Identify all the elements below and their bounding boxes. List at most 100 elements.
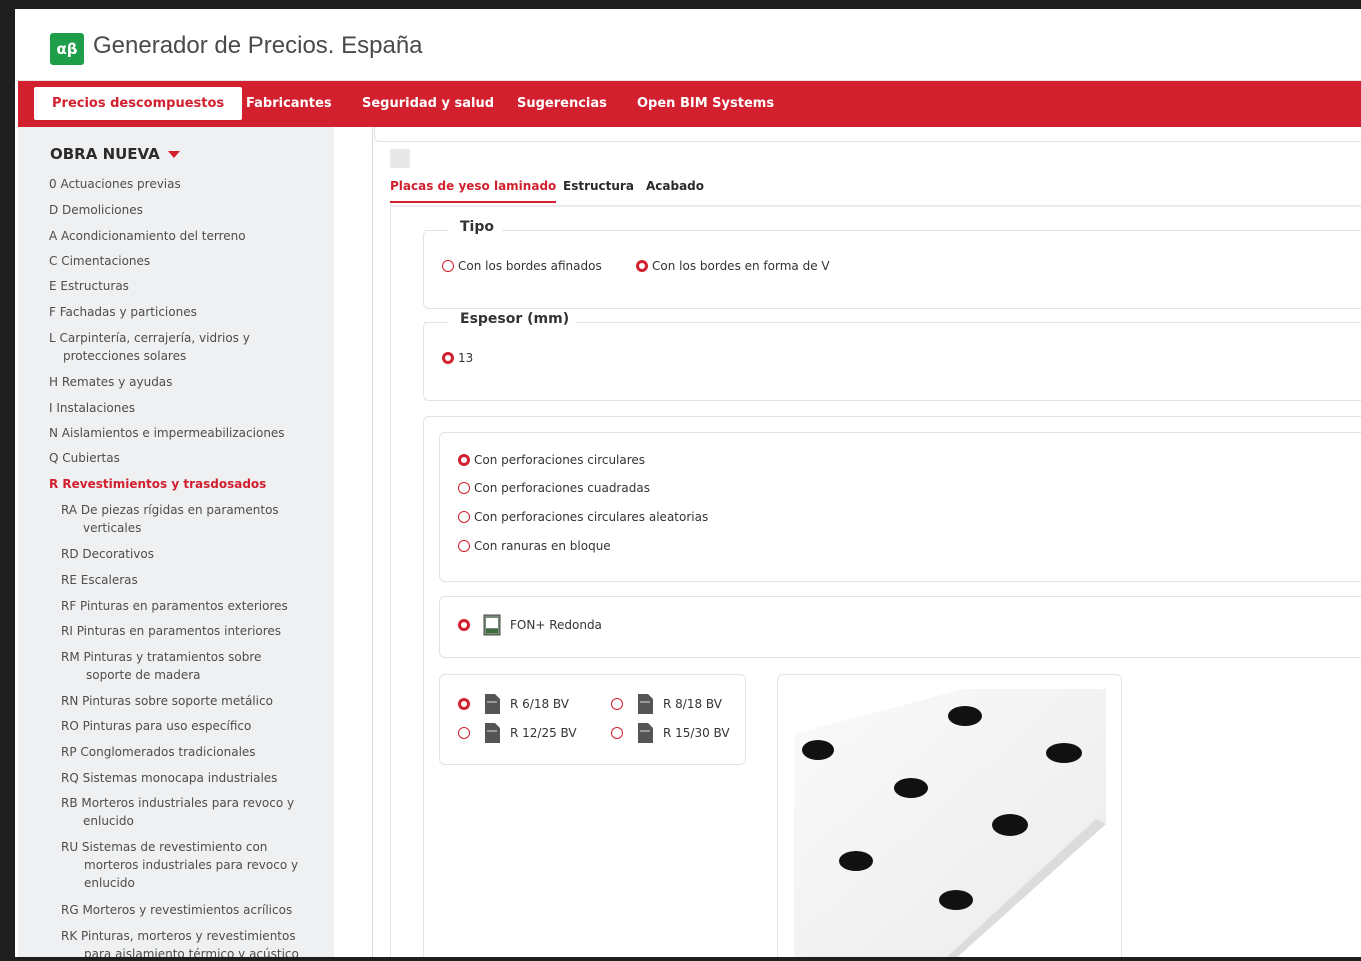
option-label: Con ranuras en bloque (474, 539, 611, 553)
caret-down-icon[interactable] (167, 151, 180, 158)
tab-estructura[interactable]: Estructura (563, 179, 634, 193)
sidebar-item[interactable]: 0 Actuaciones previas (49, 175, 181, 193)
perforaciones-fieldset: Con perforaciones circulares Con perfora… (439, 432, 1361, 582)
modelo-option-r15-30[interactable]: R 15/30 BV (611, 722, 730, 743)
sidebar-item[interactable]: L Carpintería, cerrajería, vidrios y (49, 329, 250, 347)
tipo-fieldset: Tipo Con los bordes afinados Con los bor… (423, 219, 1361, 309)
radio-unselected-icon[interactable] (442, 260, 454, 272)
radio-selected-icon[interactable] (458, 697, 470, 710)
sidebar-subitem-continued[interactable]: verticales (83, 519, 141, 537)
content-gutter (334, 127, 373, 957)
tipo-legend: Tipo (454, 219, 500, 235)
sidebar-item-active[interactable]: R Revestimientos y trasdosados (49, 475, 266, 493)
espesor-option-13[interactable]: 13 (442, 351, 473, 365)
sidebar-subitem[interactable]: RA De piezas rígidas en paramentos (61, 501, 279, 519)
ranuras-en-bloque-option[interactable]: Con ranuras en bloque (458, 539, 611, 553)
browser-page: αβ Generador de Precios. España Precios … (15, 9, 1361, 957)
app-title: Generador de Precios. España (93, 32, 423, 59)
sidebar-subitem[interactable]: RE Escaleras (61, 571, 138, 589)
radio-unselected-icon[interactable] (611, 697, 623, 710)
nav-sugerencias[interactable]: Sugerencias (517, 81, 607, 127)
nav-fabricantes[interactable]: Fabricantes (246, 81, 332, 127)
sidebar-item[interactable]: N Aislamientos e impermeabilizaciones (49, 424, 285, 442)
tab-placas-de-yeso-laminado[interactable]: Placas de yeso laminado (390, 179, 557, 203)
sidebar-subitem[interactable]: RB Morteros industriales para revoco y (61, 794, 294, 812)
producto-label: FON+ Redonda (510, 617, 602, 632)
dwg-file-icon (482, 614, 501, 636)
radio-selected-icon[interactable] (442, 352, 454, 364)
options-panel: Tipo Con los bordes afinados Con los bor… (390, 207, 1361, 957)
radio-selected-icon[interactable] (458, 618, 470, 631)
option-label: Con perforaciones circulares (474, 453, 646, 467)
sidebar-item[interactable]: I Instalaciones (49, 399, 135, 417)
sidebar-subitem[interactable]: RG Morteros y revestimientos acrílicos (61, 901, 292, 919)
sidebar-subitem[interactable]: RP Conglomerados tradicionales (61, 743, 256, 761)
perforaciones-cuadradas-option[interactable]: Con perforaciones cuadradas (458, 481, 650, 495)
radio-unselected-icon[interactable] (458, 726, 470, 739)
fieldset-border (424, 322, 448, 323)
option-label: Con perforaciones circulares aleatorias (474, 510, 709, 524)
sidebar-subitem[interactable]: RI Pinturas en paramentos interiores (61, 622, 281, 640)
producto-fieldset: FON+ Redonda (439, 596, 1361, 658)
sidebar-subitem-continued[interactable]: enlucido (84, 874, 135, 892)
sidebar-item[interactable]: E Estructuras (49, 277, 129, 295)
modelo-option-r8-18[interactable]: R 8/18 BV (611, 693, 722, 714)
sidebar-item[interactable]: D Demoliciones (49, 201, 143, 219)
option-label: R 8/18 BV (663, 696, 722, 711)
sidebar-subitem[interactable]: RN Pinturas sobre soporte metálico (61, 692, 273, 710)
espesor-fieldset: Espesor (mm) 13 (423, 311, 1361, 401)
sidebar-item[interactable]: C Cimentaciones (49, 252, 150, 270)
perforaciones-circulares-option[interactable]: Con perforaciones circulares (458, 453, 645, 467)
modelo-option-r6-18[interactable]: R 6/18 BV (458, 693, 569, 714)
nav-seguridad-y-salud[interactable]: Seguridad y salud (362, 81, 494, 127)
tipo-option-bordes-afinados[interactable]: Con los bordes afinados (442, 259, 602, 273)
producto-option-fon-redonda[interactable]: FON+ Redonda (458, 614, 602, 636)
tab-acabado[interactable]: Acabado (646, 179, 704, 193)
sidebar-item[interactable]: Q Cubiertas (49, 449, 120, 467)
sidebar-item[interactable]: A Acondicionamiento del terreno (49, 227, 246, 245)
sidebar: OBRA NUEVA 0 Actuaciones previas D Demol… (18, 127, 334, 957)
sidebar-subitem-continued[interactable]: para aislamiento térmico y acústico (84, 945, 299, 957)
sidebar-item[interactable]: H Remates y ayudas (49, 373, 172, 391)
option-label: R 6/18 BV (510, 696, 569, 711)
sidebar-subitem-continued[interactable]: enlucido (83, 812, 134, 830)
app-logo[interactable]: αβ (50, 33, 84, 65)
sidebar-subitem[interactable]: RO Pinturas para uso específico (61, 717, 251, 735)
sidebar-subitem[interactable]: RM Pinturas y tratamientos sobre (61, 648, 261, 666)
option-label: R 12/25 BV (510, 725, 577, 740)
tipo-option-bordes-en-v[interactable]: Con los bordes en forma de V (636, 259, 830, 273)
nav-open-bim-systems[interactable]: Open BIM Systems (637, 81, 774, 127)
sidebar-heading[interactable]: OBRA NUEVA (50, 145, 180, 163)
sidebar-subitem-continued[interactable]: morteros industriales para revoco y (84, 856, 298, 874)
fieldset-border (568, 322, 1361, 323)
radio-unselected-icon[interactable] (458, 511, 470, 523)
radio-unselected-icon[interactable] (458, 482, 470, 494)
radio-selected-icon[interactable] (458, 454, 470, 466)
radio-selected-icon[interactable] (636, 260, 648, 272)
file-icon (635, 693, 653, 714)
file-icon (635, 722, 653, 743)
sidebar-subitem-continued[interactable]: soporte de madera (86, 666, 201, 684)
radio-unselected-icon[interactable] (611, 726, 623, 739)
perforaciones-container: Con perforaciones circulares Con perfora… (423, 416, 1361, 957)
sidebar-subitem[interactable]: RK Pinturas, morteros y revestimientos (61, 927, 296, 945)
sidebar-subitem[interactable]: RU Sistemas de revestimiento con (61, 838, 267, 856)
sidebar-heading-label: OBRA NUEVA (50, 145, 160, 163)
placeholder-square (390, 149, 410, 168)
main-navbar: Precios descompuestos Fabricantes Seguri… (18, 81, 1361, 127)
radio-unselected-icon[interactable] (458, 540, 470, 552)
sidebar-subitem[interactable]: RD Decorativos (61, 545, 154, 563)
nav-precios-descompuestos[interactable]: Precios descompuestos (34, 87, 243, 120)
sidebar-item-continued[interactable]: protecciones solares (63, 347, 186, 365)
file-icon (482, 722, 500, 743)
fieldset-border (502, 230, 1361, 231)
perforaciones-aleatorias-option[interactable]: Con perforaciones circulares aleatorias (458, 510, 708, 524)
main-content: Placas de yeso laminado Estructura Acaba… (374, 127, 1361, 957)
modelo-option-r12-25[interactable]: R 12/25 BV (458, 722, 577, 743)
option-label: Con perforaciones cuadradas (474, 481, 650, 495)
modelos-fieldset: R 6/18 BV R 8/18 BV R 12/25 BV R 15/30 B… (439, 674, 746, 765)
sidebar-item[interactable]: F Fachadas y particiones (49, 303, 197, 321)
option-label: R 15/30 BV (663, 725, 730, 740)
sidebar-subitem[interactable]: RQ Sistemas monocapa industriales (61, 769, 277, 787)
sidebar-subitem[interactable]: RF Pinturas en paramentos exteriores (61, 597, 288, 615)
